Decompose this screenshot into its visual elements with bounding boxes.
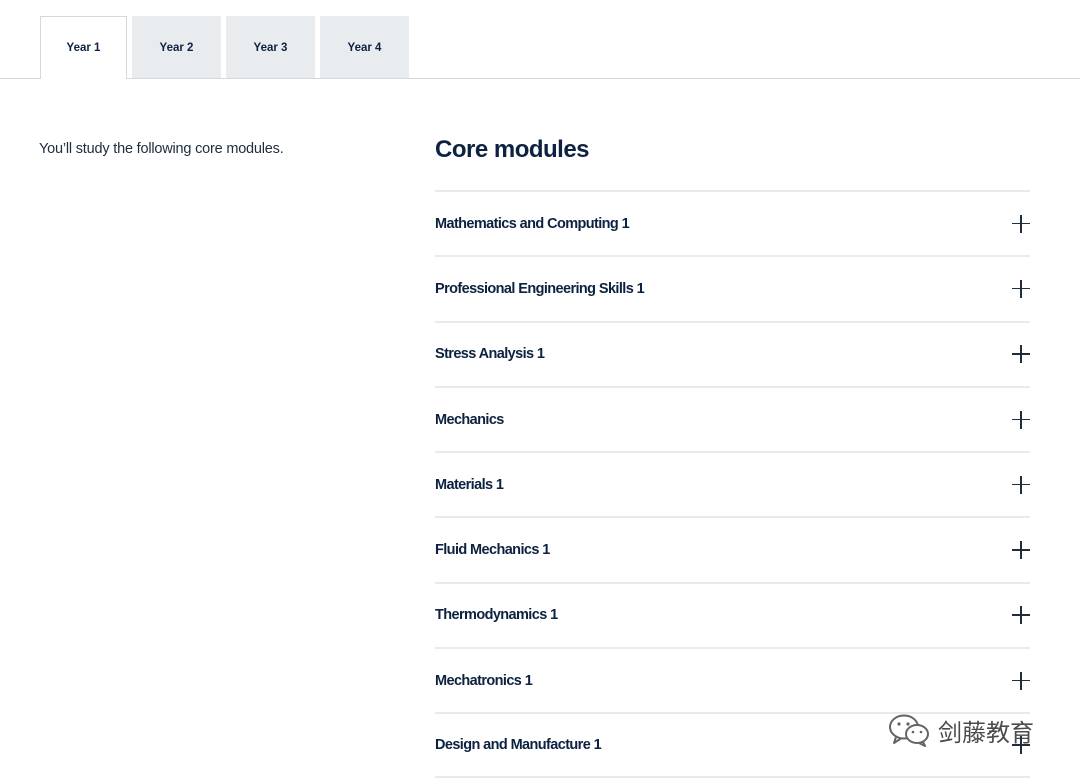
module-row-mechanics[interactable]: Mechanics	[435, 385, 1030, 451]
year-tab-bar: Year 1 Year 2 Year 3 Year 4	[0, 0, 1080, 79]
module-row-thermodynamics-1[interactable]: Thermodynamics 1	[435, 581, 1030, 647]
module-row-stress-analysis-1[interactable]: Stress Analysis 1	[435, 320, 1030, 386]
module-label: Thermodynamics 1	[435, 607, 558, 624]
module-label: Mathematics and Computing 1	[435, 215, 630, 232]
module-row-mechatronics-1[interactable]: Mechatronics 1	[435, 647, 1030, 712]
module-label: Mechatronics 1	[435, 672, 533, 689]
module-label: Design and Manufacture 1	[435, 737, 602, 754]
plus-icon[interactable]	[1012, 279, 1030, 298]
module-label: Materials 1	[435, 476, 504, 493]
tab-year-2[interactable]: Year 2	[132, 16, 221, 78]
tab-year-4[interactable]: Year 4	[320, 16, 409, 78]
watermark: 剑藤教育	[888, 712, 1034, 748]
module-label: Stress Analysis 1	[435, 346, 545, 363]
module-label: Fluid Mechanics 1	[435, 542, 550, 559]
module-label: Mechanics	[435, 411, 504, 428]
module-list: Mathematics and Computing 1 Professional…	[435, 190, 1030, 778]
module-label: Professional Engineering Skills 1	[435, 280, 645, 297]
plus-icon[interactable]	[1012, 671, 1030, 690]
module-row-professional-engineering-skills-1[interactable]: Professional Engineering Skills 1	[435, 255, 1030, 320]
plus-icon[interactable]	[1012, 541, 1030, 560]
plus-icon[interactable]	[1012, 606, 1030, 625]
plus-icon[interactable]	[1012, 345, 1030, 364]
tab-year-3[interactable]: Year 3	[226, 16, 315, 78]
section-title: Core modules	[435, 136, 590, 163]
wechat-icon	[889, 714, 929, 747]
intro-text: You’ll study the following core modules.	[39, 141, 284, 157]
plus-icon[interactable]	[1012, 475, 1030, 494]
tab-year-1[interactable]: Year 1	[40, 16, 127, 79]
plus-icon[interactable]	[1012, 214, 1030, 233]
module-row-materials-1[interactable]: Materials 1	[435, 451, 1030, 516]
watermark-text: 剑藤教育	[938, 718, 1034, 747]
module-row-fluid-mechanics-1[interactable]: Fluid Mechanics 1	[435, 516, 1030, 581]
plus-icon[interactable]	[1012, 410, 1030, 429]
module-row-mathematics-and-computing-1[interactable]: Mathematics and Computing 1	[435, 190, 1030, 255]
